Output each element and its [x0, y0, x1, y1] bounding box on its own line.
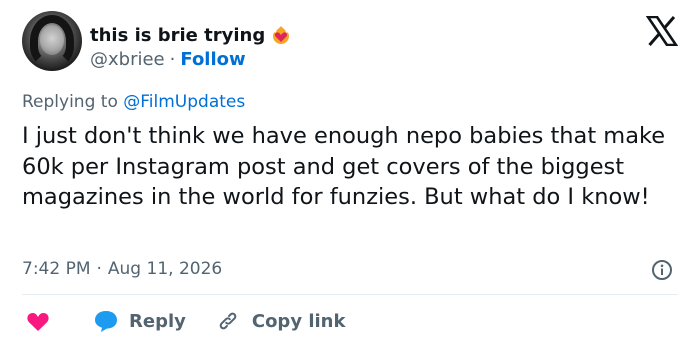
x-logo-icon[interactable]	[646, 16, 678, 46]
copy-link-button[interactable]: Copy link	[216, 309, 346, 333]
tweet-time[interactable]: 7:42 PM	[22, 259, 91, 279]
tweet-text: I just don't think we have enough nepo b…	[22, 123, 666, 210]
reply-prefix: Replying to	[22, 92, 118, 112]
flaming-heart-icon	[273, 26, 290, 44]
copy-link-label: Copy link	[251, 310, 346, 332]
tweet-timestamp[interactable]: 7:42 PM · Aug 11, 2026	[22, 259, 222, 279]
reply-bubble-icon	[95, 311, 117, 332]
avatar[interactable]	[22, 11, 82, 71]
follow-button[interactable]: Follow	[180, 49, 245, 70]
action-bar: Reply Copy link	[22, 306, 345, 336]
reply-button[interactable]: Reply	[93, 309, 186, 333]
info-icon[interactable]	[651, 259, 673, 281]
reply-context: Replying to @FilmUpdates	[22, 92, 245, 112]
author-name-row: this is brie trying	[90, 22, 291, 48]
tweet-date[interactable]: Aug 11, 2026	[108, 259, 222, 279]
author-handle-row: @xbriee · Follow	[90, 49, 246, 70]
reply-label: Reply	[129, 310, 186, 332]
divider	[22, 294, 678, 295]
separator: ·	[96, 259, 102, 279]
author-handle[interactable]: @xbriee	[90, 49, 165, 70]
separator: ·	[169, 49, 176, 70]
heart-icon[interactable]	[26, 310, 50, 332]
author-name[interactable]: this is brie trying	[90, 25, 265, 46]
link-icon	[219, 312, 237, 330]
reply-mention-link[interactable]: @FilmUpdates	[123, 92, 245, 112]
